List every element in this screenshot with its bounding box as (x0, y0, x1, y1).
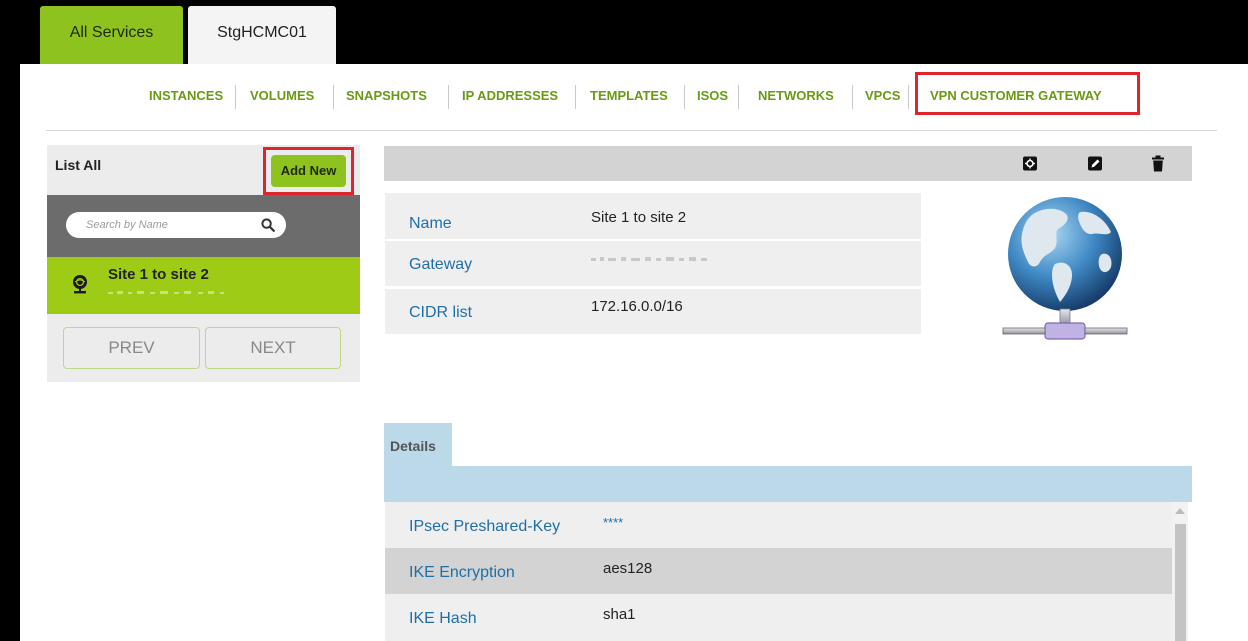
nav-divider (908, 85, 909, 109)
nav-templates[interactable]: TEMPLATES (590, 85, 668, 107)
nav-snapshots[interactable]: SNAPSHOTS (346, 85, 427, 107)
nav-divider-line (46, 130, 1217, 131)
delete-icon[interactable] (1150, 155, 1166, 172)
details-value: aes128 (603, 560, 653, 577)
list-panel: List All Add New Site 1 to site 2 (47, 145, 360, 382)
details-scrollbar[interactable] (1172, 502, 1188, 641)
details-label: IPsec Preshared-Key (409, 518, 561, 535)
nav-divider (684, 85, 685, 109)
tab-stghcmc01[interactable]: StgHCMC01 (188, 6, 336, 64)
search-input[interactable] (86, 216, 246, 234)
list-item[interactable]: Site 1 to site 2 (47, 257, 360, 314)
search-icon[interactable] (261, 218, 275, 232)
search-area (47, 195, 360, 257)
details-row: IKE Encryption aes128 (385, 548, 1172, 596)
network-globe-icon (1002, 197, 1128, 340)
nav-divider (575, 85, 576, 109)
nav-networks[interactable]: NETWORKS (758, 85, 834, 107)
summary-label: Gateway (409, 256, 473, 273)
summary-label: Name (409, 215, 452, 232)
list-all-label: List All (55, 157, 102, 173)
nav-volumes[interactable]: VOLUMES (250, 85, 314, 107)
detail-toolbar (384, 146, 1192, 181)
details-header-bar (384, 466, 1192, 502)
summary-row: Gateway (385, 240, 921, 286)
details-label: IKE Hash (409, 610, 477, 627)
search-box (66, 212, 286, 238)
vpn-gateway-icon (73, 275, 87, 294)
details-value: **** (603, 515, 624, 530)
nav-ip-addresses[interactable]: IP ADDRESSES (462, 85, 558, 107)
list-item-title: Site 1 to site 2 (108, 266, 209, 283)
nav-divider (852, 85, 853, 109)
summary-label: CIDR list (409, 304, 473, 321)
tab-all-services[interactable]: All Services (40, 6, 183, 64)
add-new-button[interactable]: Add New (271, 155, 346, 187)
redacted-gateway-value (591, 257, 707, 261)
scroll-up-arrow-icon[interactable] (1175, 508, 1185, 514)
summary-row: Name Site 1 to site 2 (385, 193, 921, 239)
tab-details[interactable]: Details (384, 423, 452, 466)
edit-icon[interactable] (1087, 155, 1103, 172)
details-row: IKE Hash sha1 (385, 594, 1172, 641)
main-panel: INSTANCES VOLUMES SNAPSHOTS IP ADDRESSES… (20, 64, 1248, 641)
redacted-address (108, 291, 224, 294)
service-nav: INSTANCES VOLUMES SNAPSHOTS IP ADDRESSES… (20, 64, 1248, 130)
summary-row: CIDR list 172.16.0.0/16 (385, 288, 921, 334)
nav-vpcs[interactable]: VPCS (865, 85, 900, 107)
nav-divider (333, 85, 334, 109)
scroll-thumb[interactable] (1175, 524, 1186, 641)
summary-value: Site 1 to site 2 (591, 209, 687, 226)
details-label: IKE Encryption (409, 564, 515, 581)
summary-value: 172.16.0.0/16 (591, 298, 683, 315)
nav-isos[interactable]: ISOS (697, 85, 728, 107)
nav-instances[interactable]: INSTANCES (149, 85, 223, 107)
prev-button[interactable]: PREV (63, 327, 200, 369)
nav-vpn-customer-gateway[interactable]: VPN CUSTOMER GATEWAY (930, 85, 1102, 107)
details-value: sha1 (603, 606, 636, 623)
add-new-highlight: Add New (263, 147, 354, 195)
top-tab-bar: All Services StgHCMC01 (0, 0, 1248, 64)
settings-icon[interactable] (1022, 155, 1038, 172)
nav-divider (235, 85, 236, 109)
summary-table: Name Site 1 to site 2 Gateway CIDR list … (385, 193, 921, 334)
next-button[interactable]: NEXT (205, 327, 341, 369)
details-row: IPsec Preshared-Key **** (385, 502, 1172, 550)
nav-divider (738, 85, 739, 109)
nav-divider (448, 85, 449, 109)
